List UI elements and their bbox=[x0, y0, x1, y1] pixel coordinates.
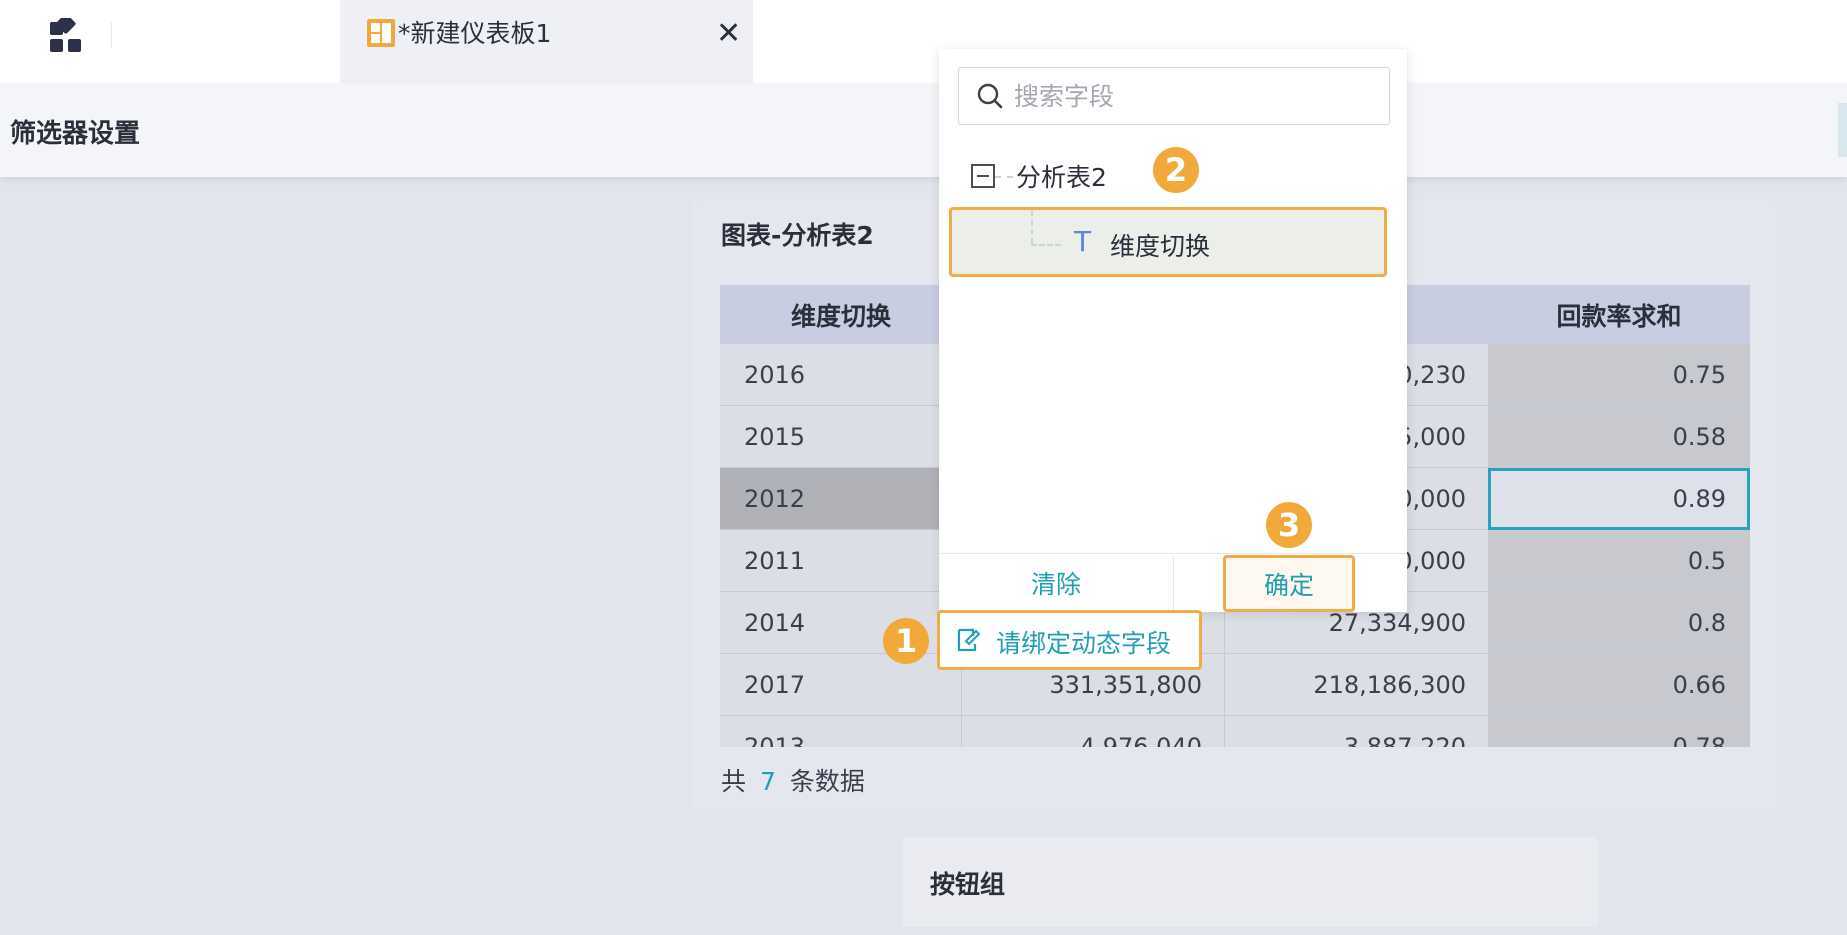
confirm-button[interactable]: 确定 bbox=[1223, 555, 1355, 612]
table-cell[interactable]: 2015 bbox=[720, 406, 962, 468]
table-cell[interactable]: 0.89 bbox=[1488, 468, 1750, 530]
table-cell[interactable]: 2013 bbox=[720, 716, 962, 747]
table-cell[interactable]: 2016 bbox=[720, 344, 962, 406]
record-count-number: 7 bbox=[760, 767, 776, 796]
table-cell[interactable]: 2011 bbox=[720, 530, 962, 592]
top-tab-bar bbox=[0, 0, 1847, 83]
text-type-icon: T bbox=[1074, 225, 1092, 258]
filter-settings-bar bbox=[0, 83, 1847, 177]
bind-dynamic-field-label: 请绑定动态字段 bbox=[996, 629, 1172, 658]
toolbar-edge-button[interactable] bbox=[1838, 103, 1847, 157]
table-cell[interactable]: 3,887,220 bbox=[1225, 716, 1488, 747]
column-header[interactable]: 维度切换 bbox=[720, 285, 962, 344]
tree-node-root[interactable]: 分析表2 bbox=[1016, 158, 1107, 194]
table-cell[interactable]: 0.78 bbox=[1488, 716, 1750, 747]
record-count: 共 7 条数据 bbox=[721, 762, 865, 798]
tree-connector bbox=[995, 176, 1013, 178]
dashboard-apps-icon[interactable] bbox=[48, 13, 84, 54]
table-cell[interactable]: 4,976,040 bbox=[962, 716, 1225, 747]
table-cell[interactable]: 2017 bbox=[720, 654, 962, 716]
table-cell[interactable]: 0.66 bbox=[1488, 654, 1750, 716]
divider bbox=[1173, 556, 1174, 612]
step-badge-2: 2 bbox=[1153, 147, 1199, 193]
table-cell[interactable]: 0.5 bbox=[1488, 530, 1750, 592]
step-badge-3: 3 bbox=[1266, 502, 1312, 548]
column-header[interactable]: 回款率求和 bbox=[1488, 285, 1750, 344]
search-input[interactable] bbox=[1014, 76, 1374, 116]
tree-connector bbox=[1031, 210, 1033, 244]
table-cell[interactable]: 0.75 bbox=[1488, 344, 1750, 406]
tab-title: *新建仪表板1 bbox=[398, 19, 552, 48]
close-tab-icon[interactable]: ✕ bbox=[716, 16, 741, 52]
search-icon bbox=[976, 82, 1004, 110]
table-cell[interactable]: 0.8 bbox=[1488, 592, 1750, 654]
field-select-dropdown bbox=[939, 49, 1407, 612]
step-badge-1: 1 bbox=[883, 618, 929, 664]
button-group-title: 按钮组 bbox=[930, 870, 1006, 899]
filter-settings-title: 筛选器设置 bbox=[10, 119, 141, 149]
edit-link-icon bbox=[955, 626, 983, 654]
table-cell[interactable]: 2012 bbox=[720, 468, 962, 530]
record-count-prefix: 共 bbox=[721, 767, 747, 796]
collapse-icon[interactable] bbox=[971, 164, 995, 188]
button-group-card bbox=[902, 837, 1598, 927]
divider bbox=[111, 22, 112, 48]
clear-button[interactable]: 清除 bbox=[939, 554, 1173, 612]
record-count-suffix: 条数据 bbox=[789, 767, 865, 796]
dashboard-tab-icon bbox=[366, 18, 396, 48]
table-cell[interactable]: 218,186,300 bbox=[1225, 654, 1488, 716]
chart-card-title: 图表-分析表2 bbox=[721, 221, 874, 250]
table-cell[interactable]: 0.58 bbox=[1488, 406, 1750, 468]
tree-node-label: 维度切换 bbox=[1110, 232, 1211, 261]
tree-connector bbox=[1031, 244, 1061, 246]
